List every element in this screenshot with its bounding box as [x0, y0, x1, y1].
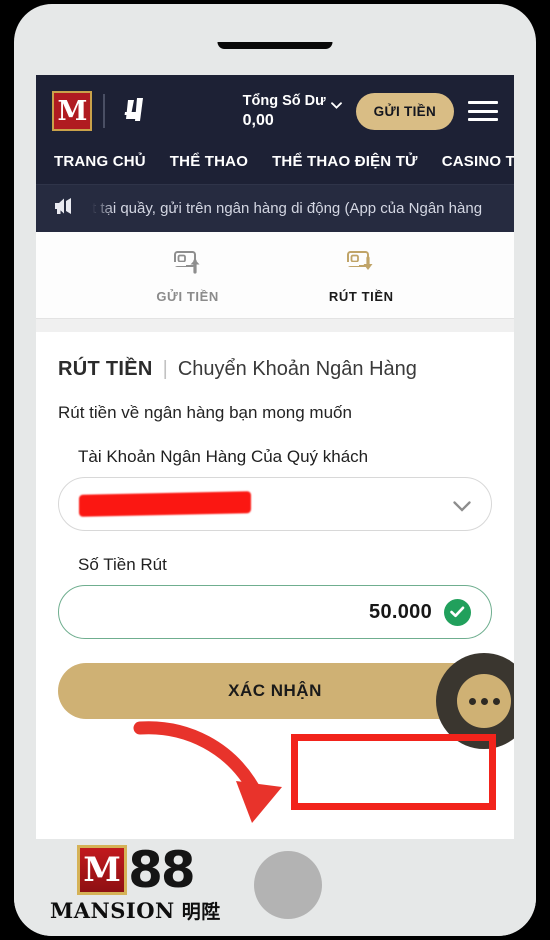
tab-withdraw[interactable]: RÚT TIỀN [329, 248, 394, 304]
dot [468, 697, 476, 705]
wallet-down-arrow-icon [346, 248, 376, 279]
form-title-strong: RÚT TIỀN [58, 358, 153, 380]
tab-deposit[interactable]: GỬI TIỀN [156, 248, 219, 304]
brand-88-number: 88 [128, 841, 196, 899]
brand-word-latin: MANSION [50, 898, 175, 923]
app-screen: M Tổng Số Dư 0,00 GỬI TIỀN TRANG CHỦ THỂ… [36, 75, 514, 839]
m88-brand-logo: M 88 MANSION 明陞 [50, 845, 221, 924]
hamburger-line [468, 109, 498, 113]
laliga-logo-icon [116, 92, 154, 130]
amount-row: 50.000 [369, 598, 471, 626]
chevron-down-icon [453, 499, 471, 512]
hamburger-line [468, 101, 498, 104]
announcement-text: t tại quầy, gửi trên ngân hàng di động (… [92, 200, 483, 217]
nav-item-home[interactable]: TRANG CHỦ [54, 153, 146, 170]
announcement-bar[interactable]: t tại quầy, gửi trên ngân hàng di động (… [36, 184, 514, 232]
logo-divider [103, 94, 105, 128]
brand-logo-row: M 88 [77, 841, 196, 899]
brand-word-chinese: 明陞 [181, 901, 221, 923]
check-circle-icon [444, 598, 471, 626]
home-button[interactable] [254, 851, 322, 919]
brand-logo-group[interactable]: M [52, 91, 154, 131]
phone-speaker [217, 42, 333, 49]
bank-account-select[interactable] [58, 477, 492, 531]
mansion-m-logo: M [52, 91, 92, 131]
nav-item-esports[interactable]: THỂ THAO ĐIỆN TỬ [272, 153, 418, 170]
balance-label-text: Tổng Số Dư [242, 92, 326, 109]
dot [492, 697, 500, 705]
phone-frame: M Tổng Số Dư 0,00 GỬI TIỀN TRANG CHỦ THỂ… [14, 4, 536, 936]
amount-input[interactable]: 50.000 [58, 585, 492, 639]
amount-label: Số Tiền Rút [78, 555, 167, 574]
form-title-light: Chuyển Khoản Ngân Hàng [177, 358, 417, 380]
tab-deposit-label: GỬI TIỀN [156, 289, 219, 304]
amount-value: 50.000 [369, 600, 432, 623]
wallet-up-arrow-icon [173, 248, 203, 279]
wallet-tabs: GỬI TIỀN RÚT TIỀN [36, 232, 514, 319]
site-header: M Tổng Số Dư 0,00 GỬI TIỀN [36, 75, 514, 147]
withdraw-form: RÚT TIỀN | Chuyển Khoản Ngân Hàng Rút ti… [36, 332, 514, 749]
brand-m-mark: M [77, 845, 128, 895]
form-title-separator: | [162, 358, 168, 380]
chevron-down-icon [330, 97, 342, 109]
bank-account-field: Tài Khoản Ngân Hàng Của Quý khách [58, 447, 492, 531]
redaction-overlay [79, 491, 251, 517]
phone-bottom-bar: M 88 MANSION 明陞 [14, 839, 536, 936]
hamburger-menu-icon[interactable] [468, 101, 498, 121]
balance-label-row[interactable]: Tổng Số Dư [243, 93, 342, 109]
form-title: RÚT TIỀN | Chuyển Khoản Ngân Hàng [58, 358, 492, 381]
brand-wordmark: MANSION 明陞 [50, 897, 221, 924]
amount-field: Số Tiền Rút 50.000 [58, 555, 492, 639]
more-dots-icon [457, 674, 511, 728]
nav-item-live-casino[interactable]: CASINO TRỰC T [442, 153, 514, 170]
header-deposit-button[interactable]: GỬI TIỀN [355, 92, 454, 130]
balance-block[interactable]: Tổng Số Dư 0,00 [243, 93, 342, 130]
form-subtitle: Rút tiền về ngân hàng bạn mong muốn [58, 403, 352, 422]
section-divider-band [36, 319, 514, 332]
nav-item-sports[interactable]: THỂ THAO [170, 153, 248, 170]
hamburger-line [468, 118, 498, 121]
tab-withdraw-label: RÚT TIỀN [328, 289, 394, 304]
bank-account-label: Tài Khoản Ngân Hàng Của Quý khách [78, 447, 369, 466]
dot [480, 697, 488, 705]
main-nav: TRANG CHỦ THỂ THAO THỂ THAO ĐIỆN TỬ CASI… [36, 147, 514, 184]
megaphone-icon [52, 196, 78, 221]
balance-amount: 0,00 [242, 111, 274, 129]
confirm-button[interactable]: XÁC NHẬN [58, 663, 492, 719]
